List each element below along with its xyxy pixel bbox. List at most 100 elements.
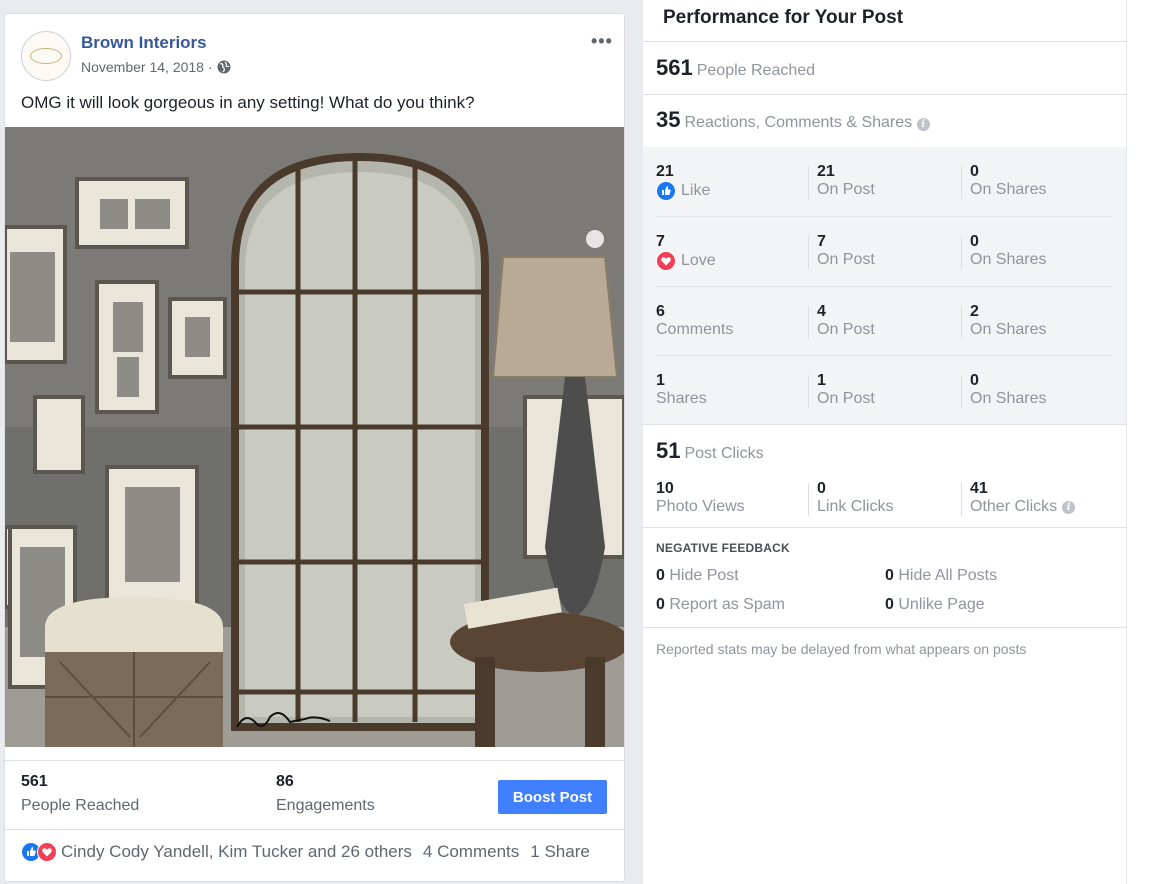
boost-post-button[interactable]: Boost Post [498, 780, 607, 814]
link-clicks-value: 0 [817, 480, 826, 497]
unlike-value: 0 [885, 596, 894, 613]
spam-label: Report as Spam [669, 596, 785, 613]
like-icon [656, 181, 676, 201]
hide-post-label: Hide Post [669, 567, 739, 584]
breakdown-on-post: 1 On Post [817, 372, 875, 408]
page-avatar[interactable] [21, 31, 71, 81]
post-photo[interactable] [5, 127, 624, 747]
breakdown-on-post: 21 On Post [817, 163, 875, 199]
column-divider [808, 166, 809, 199]
hide-all-value: 0 [885, 567, 894, 584]
post-meta: November 14, 2018 · [81, 59, 231, 75]
breakdown-shares: 1 Shares [656, 372, 707, 408]
people-reached: 561 People Reached [656, 55, 815, 81]
breakdown-on-shares-label: On Shares [970, 390, 1047, 407]
photo-views-label: Photo Views [656, 498, 745, 515]
column-divider [961, 375, 962, 408]
other-clicks: 41 Other Clicks i [970, 480, 1076, 516]
breakdown-total: 21 [656, 163, 674, 180]
breakdown-love: 7 Love [656, 233, 716, 271]
breakdown-label: Love [681, 252, 716, 269]
reactions-total-value: 35 [656, 107, 681, 132]
love-icon [37, 842, 57, 862]
hide-post-value: 0 [656, 567, 665, 584]
breakdown-on-post-value: 7 [817, 233, 826, 250]
breakdown-on-post-label: On Post [817, 321, 875, 338]
reached-label: People Reached [21, 797, 140, 814]
post-card: Brown Interiors November 14, 2018 · ••• … [4, 13, 625, 882]
hide-all-label: Hide All Posts [898, 567, 998, 584]
row-divider [656, 286, 1112, 287]
panel-title: Performance for Your Post [663, 7, 904, 28]
info-icon[interactable]: i [1062, 500, 1076, 514]
globe-icon [217, 60, 231, 74]
performance-panel: Performance for Your Post 561 People Reac… [643, 0, 1164, 884]
post-clicks: 51 Post Clicks [656, 438, 764, 464]
page-name-link[interactable]: Brown Interiors [81, 33, 207, 53]
breakdown-on-shares: 0 On Shares [970, 372, 1046, 408]
breakdown-on-shares-value: 2 [970, 303, 979, 320]
unlike-stat: 0 Unlike Page [885, 596, 985, 614]
column-divider [961, 236, 962, 269]
breakdown-on-shares-label: On Shares [970, 321, 1047, 338]
reactions-total-label: Reactions, Comments & Shares [684, 114, 913, 131]
divider [643, 527, 1126, 528]
breakdown-on-shares-label: On Shares [970, 181, 1047, 198]
breakdown-like: 21 Like [656, 163, 710, 201]
breakdown-total: 6 [656, 303, 665, 320]
breakdown-on-post: 4 On Post [817, 303, 875, 339]
engagements-value: 86 [276, 773, 294, 790]
breakdown-on-post-label: On Post [817, 181, 875, 198]
post-clicks-label: Post Clicks [684, 445, 764, 462]
unlike-label: Unlike Page [898, 596, 985, 613]
info-icon[interactable]: i [916, 118, 930, 131]
shares-count[interactable]: 1 Share [530, 842, 590, 862]
post-stats-row: 561 People Reached 86 Engagements Boost … [5, 760, 624, 830]
people-reached-value: 561 [656, 55, 693, 80]
breakdown-on-post: 7 On Post [817, 233, 875, 269]
comments-count[interactable]: 4 Comments [423, 842, 519, 862]
breakdown-total: 1 [656, 372, 665, 389]
hide-all-stat: 0 Hide All Posts [885, 567, 997, 585]
post-clicks-value: 51 [656, 438, 681, 463]
photo-views: 10 Photo Views [656, 480, 745, 516]
engagements-label: Engagements [276, 797, 375, 814]
reactors-names[interactable]: Cindy Cody Yandell, Kim Tucker and 26 ot… [61, 842, 412, 862]
mirror [231, 152, 489, 731]
column-divider [808, 306, 809, 339]
breakdown-on-post-label: On Post [817, 390, 875, 407]
column-divider [961, 166, 962, 199]
link-clicks-label: Link Clicks [817, 498, 894, 515]
breakdown-on-shares-value: 0 [970, 163, 979, 180]
divider [643, 41, 1126, 42]
divider [643, 94, 1126, 95]
breakdown-on-post-value: 4 [817, 303, 826, 320]
spam-stat: 0 Report as Spam [656, 596, 785, 614]
divider [643, 424, 1126, 425]
more-options-icon[interactable]: ••• [591, 31, 613, 52]
reactions-total: 35 Reactions, Comments & Shares i [656, 107, 930, 133]
other-clicks-value: 41 [970, 480, 988, 497]
breakdown-on-shares-label: On Shares [970, 251, 1047, 268]
breakdown-on-post-value: 1 [817, 372, 826, 389]
breakdown-on-shares-value: 0 [970, 233, 979, 250]
breakdown-on-shares: 0 On Shares [970, 233, 1046, 269]
post-date[interactable]: November 14, 2018 [81, 59, 204, 75]
breakdown-label: Shares [656, 390, 707, 407]
column-divider [808, 483, 809, 516]
love-icon [656, 251, 676, 271]
breakdown-comments: 6 Comments [656, 303, 733, 339]
column-divider [808, 375, 809, 408]
ottoman [45, 597, 223, 747]
right-edge [1126, 0, 1164, 884]
other-clicks-label: Other Clicks [970, 498, 1058, 515]
people-reached-label: People Reached [696, 62, 816, 79]
column-divider [961, 483, 962, 516]
reactions-summary[interactable]: Cindy Cody Yandell, Kim Tucker and 26 ot… [21, 842, 590, 862]
link-clicks: 0 Link Clicks [817, 480, 893, 516]
breakdown-on-shares: 2 On Shares [970, 303, 1046, 339]
breakdown-on-shares: 0 On Shares [970, 163, 1046, 199]
breakdown-label: Comments [656, 321, 734, 338]
breakdown-on-post-value: 21 [817, 163, 835, 180]
reached-value: 561 [21, 773, 48, 790]
